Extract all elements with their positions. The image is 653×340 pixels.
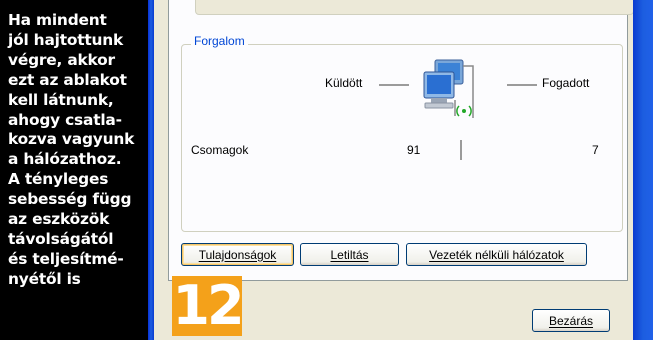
caption-text: Ha mindent jól hajtottunk végre, akkor e… — [8, 11, 135, 288]
close-button[interactable]: Bezárás — [532, 309, 610, 332]
sent-label: Küldött — [325, 76, 363, 90]
packets-divider — [460, 140, 462, 160]
packets-received-value: 7 — [592, 143, 599, 157]
step-number-badge: 12 — [172, 274, 245, 337]
disable-button[interactable]: Letiltás — [300, 243, 399, 266]
activity-group-title: Forgalom — [191, 34, 248, 48]
properties-button[interactable]: Tulajdonságok — [181, 243, 294, 266]
wireless-networks-button[interactable]: Vezeték nélküli hálózatok — [406, 243, 587, 266]
network-computers-icon — [423, 59, 474, 118]
sent-line — [379, 84, 409, 86]
tab-panel: Forgalom Küldött Fogadott Csomagok 91 7 — [168, 0, 634, 281]
window-frame-right — [633, 0, 653, 340]
received-label: Fogadott — [542, 76, 590, 90]
connection-group-bottom — [195, 0, 634, 15]
packets-label: Csomagok — [191, 143, 249, 157]
caption-panel: Ha mindent jól hajtottunk végre, akkor e… — [0, 0, 148, 340]
received-line — [507, 84, 537, 86]
activity-group — [181, 44, 623, 232]
packets-sent-value: 91 — [407, 143, 421, 157]
